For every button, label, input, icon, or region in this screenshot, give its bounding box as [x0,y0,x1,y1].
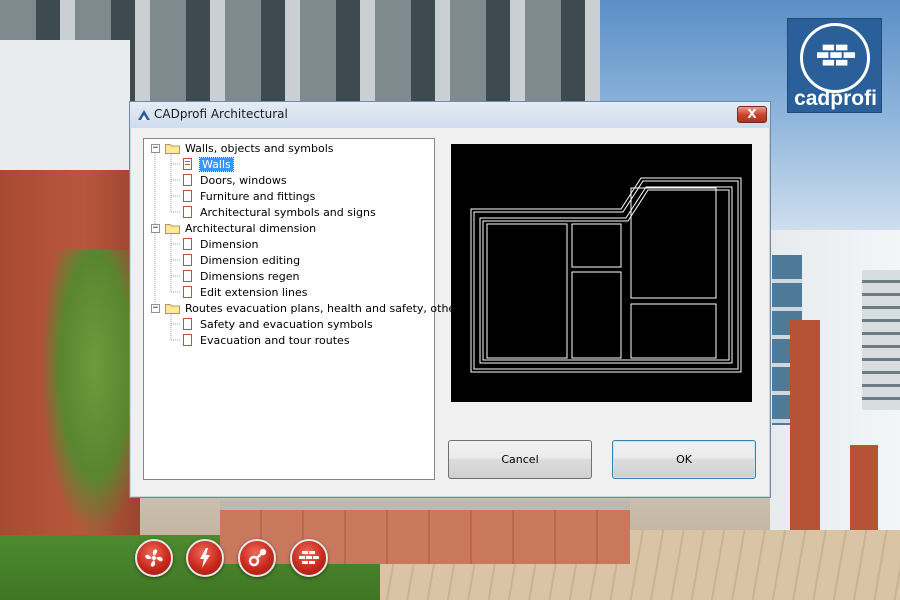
electrical-button[interactable] [186,539,224,577]
category-tree[interactable]: − Walls, objects and symbols Walls Doors, w… [143,138,465,480]
brick-wall-icon [299,551,319,564]
outer-wall-outline [470,177,742,373]
cadprofi-logo: cadprofi [787,18,882,113]
folder-icon [165,143,180,154]
walls-preview-drawing [470,177,742,373]
inner-wall-outline-2 [482,189,730,361]
tree-item[interactable]: Doors, windows [183,172,287,188]
tree-label: Dimension editing [200,253,301,267]
document-icon [183,318,192,330]
document-icon [183,334,192,346]
background-brick-column-2 [850,445,878,540]
architectural-button[interactable] [290,539,328,577]
document-icon [183,254,192,266]
dialog-client: − Walls, objects and symbols Walls Doors, w… [132,128,768,495]
close-button[interactable]: X [737,106,767,123]
cadprofi-dialog: CADprofi Architectural X − Walls, objects… [129,101,771,498]
app-icon [138,110,150,120]
logo-text: cadprofi [794,87,877,110]
close-icon: X [747,107,757,121]
tree-label: Dimensions regen [200,269,300,283]
folder-icon [165,223,180,234]
document-icon [183,286,192,298]
document-icon [183,206,192,218]
pipe-fitting-icon [248,548,267,567]
tree-label: Furniture and fittings [200,189,316,203]
tree-label: Routes evacuation plans, health and safe… [185,301,466,315]
tree-label: Edit extension lines [200,285,308,299]
background-planter-wall [220,500,630,564]
ok-button[interactable]: OK [612,440,756,479]
tree-label: Doors, windows [200,173,287,187]
brick-wall-icon [817,44,855,66]
tree-item[interactable]: Furniture and fittings [183,188,315,204]
tree-label: Dimension [200,237,259,251]
tree-item[interactable]: Walls [183,156,234,172]
tree-label: Safety and evacuation symbols [200,317,373,331]
tree-label: Architectural symbols and signs [200,205,376,219]
document-icon [183,174,192,186]
room-5 [630,303,717,359]
tree-folder[interactable]: − Walls, objects and symbols [151,140,334,156]
cancel-button[interactable]: Cancel [448,440,592,479]
lightning-icon [200,548,210,568]
tree-label: Architectural dimension [185,221,317,235]
inner-wall-outline [479,186,733,364]
tree-label: Evacuation and tour routes [200,333,350,347]
mechanical-button[interactable] [238,539,276,577]
tree-label: Walls, objects and symbols [185,141,334,155]
room-3 [571,271,622,359]
collapse-icon[interactable]: − [151,303,160,313]
logo-circle [800,23,870,93]
fan-icon [145,549,163,567]
document-icon [183,190,192,202]
room-1 [486,223,568,359]
folder-icon [165,303,180,314]
room-4 [630,187,717,299]
dialog-title: CADprofi Architectural [154,107,288,121]
background-windows-2 [862,270,900,410]
collapse-icon[interactable]: − [151,143,160,153]
tree-label-selected: Walls [199,156,234,172]
document-icon [183,158,192,170]
room-2 [571,223,622,268]
background-brick-column [790,320,820,535]
tree-item[interactable]: Dimensions regen [183,268,299,284]
tree-item[interactable]: Edit extension lines [183,284,308,300]
tree-item[interactable]: Safety and evacuation symbols [183,316,373,332]
preview-panel [451,144,752,402]
tree-folder[interactable]: − Routes evacuation plans, health and saf… [151,300,465,316]
dialog-titlebar[interactable]: CADprofi Architectural X [130,102,770,128]
tree-item[interactable]: Evacuation and tour routes [183,332,350,348]
tree-item[interactable]: Dimension editing [183,252,300,268]
tree-item[interactable]: Dimension [183,236,258,252]
tree-item[interactable]: Architectural symbols and signs [183,204,376,220]
fan-button[interactable] [135,539,173,577]
background-building-facade [0,40,130,170]
document-icon [183,238,192,250]
tree-folder[interactable]: − Architectural dimension [151,220,316,236]
collapse-icon[interactable]: − [151,223,160,233]
document-icon [183,270,192,282]
